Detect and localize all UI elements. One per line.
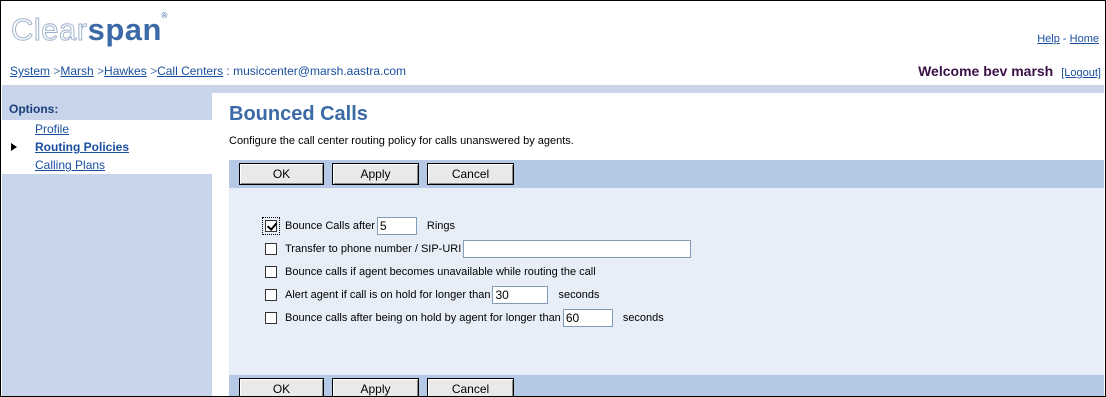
trademark-mark: ®	[161, 11, 168, 20]
bounce-calls-after-label: Bounce Calls after	[285, 220, 375, 232]
bounce-hold-checkbox[interactable]	[265, 312, 277, 324]
breadcrumb-call-centers[interactable]: Call Centers	[157, 64, 223, 78]
top-links: Help - Home	[1037, 33, 1099, 45]
breadcrumb-separator: >	[146, 64, 158, 78]
logo-light-text: Clear	[11, 12, 88, 47]
cancel-button[interactable]: Cancel	[427, 163, 514, 185]
breadcrumb-system[interactable]: System	[10, 64, 50, 78]
cancel-button[interactable]: Cancel	[427, 378, 514, 396]
sidebar: Options: Profile Routing Policies Callin…	[2, 93, 212, 396]
transfer-row: Transfer to phone number / SIP-URI	[265, 239, 692, 259]
clearspan-logo: Clearspan ®	[11, 12, 168, 47]
rings-unit-label: Rings	[426, 220, 456, 232]
alert-hold-seconds-input[interactable]: 30	[492, 286, 549, 304]
settings-panel: Bounce Calls after 5 Rings Transfer to p…	[229, 188, 1104, 375]
page-frame: Clearspan ® Help - Home System >Marsh >Ha…	[0, 0, 1106, 397]
alert-hold-checkbox[interactable]	[265, 289, 277, 301]
page-description: Configure the call center routing policy…	[229, 135, 574, 147]
button-bar-top: OK Apply Cancel	[229, 160, 1104, 188]
bounce-after-row: Bounce Calls after 5 Rings	[262, 216, 456, 236]
welcome-text: Welcome bev marsh	[918, 63, 1054, 79]
breadcrumb-hawkes[interactable]: Hawkes	[104, 64, 147, 78]
button-bar-bottom: OK Apply Cancel	[229, 375, 1104, 396]
sidebar-item-profile[interactable]: Profile	[2, 120, 212, 138]
logo-bold-text: span	[87, 12, 162, 47]
sidebar-item-routing-policies[interactable]: Routing Policies	[2, 138, 212, 156]
options-heading: Options:	[9, 102, 59, 116]
transfer-label: Transfer to phone number / SIP-URI	[285, 243, 462, 255]
home-link[interactable]: Home	[1070, 33, 1099, 45]
apply-button[interactable]: Apply	[332, 163, 419, 185]
breadcrumb-current: : musiccenter@marsh.aastra.com	[223, 64, 407, 78]
sidebar-item-label[interactable]: Routing Policies	[35, 140, 129, 154]
sidebar-nav: Profile Routing Policies Calling Plans	[2, 120, 212, 174]
apply-button[interactable]: Apply	[332, 378, 419, 396]
sidebar-item-label[interactable]: Calling Plans	[35, 158, 105, 172]
bounce-hold-row: Bounce calls after being on hold by agen…	[265, 308, 664, 328]
bounce-hold-seconds-input[interactable]: 60	[562, 309, 613, 327]
welcome-area: Welcome bev marsh [Logout]	[918, 63, 1101, 79]
bounce-rings-input[interactable]: 5	[376, 217, 417, 235]
sidebar-item-label[interactable]: Profile	[35, 122, 69, 136]
transfer-number-input[interactable]	[463, 240, 692, 258]
ok-button[interactable]: OK	[239, 163, 324, 185]
alert-hold-unit-label: seconds	[558, 289, 600, 301]
alert-hold-label: Alert agent if call is on hold for longe…	[285, 289, 491, 301]
transfer-checkbox[interactable]	[265, 243, 277, 255]
breadcrumb-separator: >	[93, 64, 105, 78]
main-content: Bounced Calls Configure the call center …	[229, 93, 1104, 396]
header-divider-bar	[2, 85, 1104, 93]
page-title: Bounced Calls	[229, 103, 368, 125]
bounce-unavailable-label: Bounce calls if agent becomes unavailabl…	[285, 266, 596, 278]
bounce-unavailable-checkbox[interactable]	[265, 266, 277, 278]
breadcrumb-marsh[interactable]: Marsh	[60, 64, 93, 78]
sidebar-item-calling-plans[interactable]: Calling Plans	[2, 156, 212, 174]
breadcrumb: System >Marsh >Hawkes >Call Centers : mu…	[10, 64, 406, 78]
alert-hold-row: Alert agent if call is on hold for longe…	[265, 285, 599, 305]
bounce-calls-after-checkbox[interactable]	[262, 217, 280, 235]
breadcrumb-separator: >	[50, 64, 61, 78]
ok-button[interactable]: OK	[239, 378, 324, 396]
unavailable-row: Bounce calls if agent becomes unavailabl…	[265, 262, 596, 282]
help-link[interactable]: Help	[1037, 33, 1060, 45]
link-separator: -	[1062, 33, 1067, 45]
bounce-hold-unit-label: seconds	[622, 312, 664, 324]
current-page-arrow-icon	[11, 143, 17, 151]
bounce-hold-label: Bounce calls after being on hold by agen…	[285, 312, 561, 324]
logout-link[interactable]: [Logout]	[1061, 67, 1101, 79]
